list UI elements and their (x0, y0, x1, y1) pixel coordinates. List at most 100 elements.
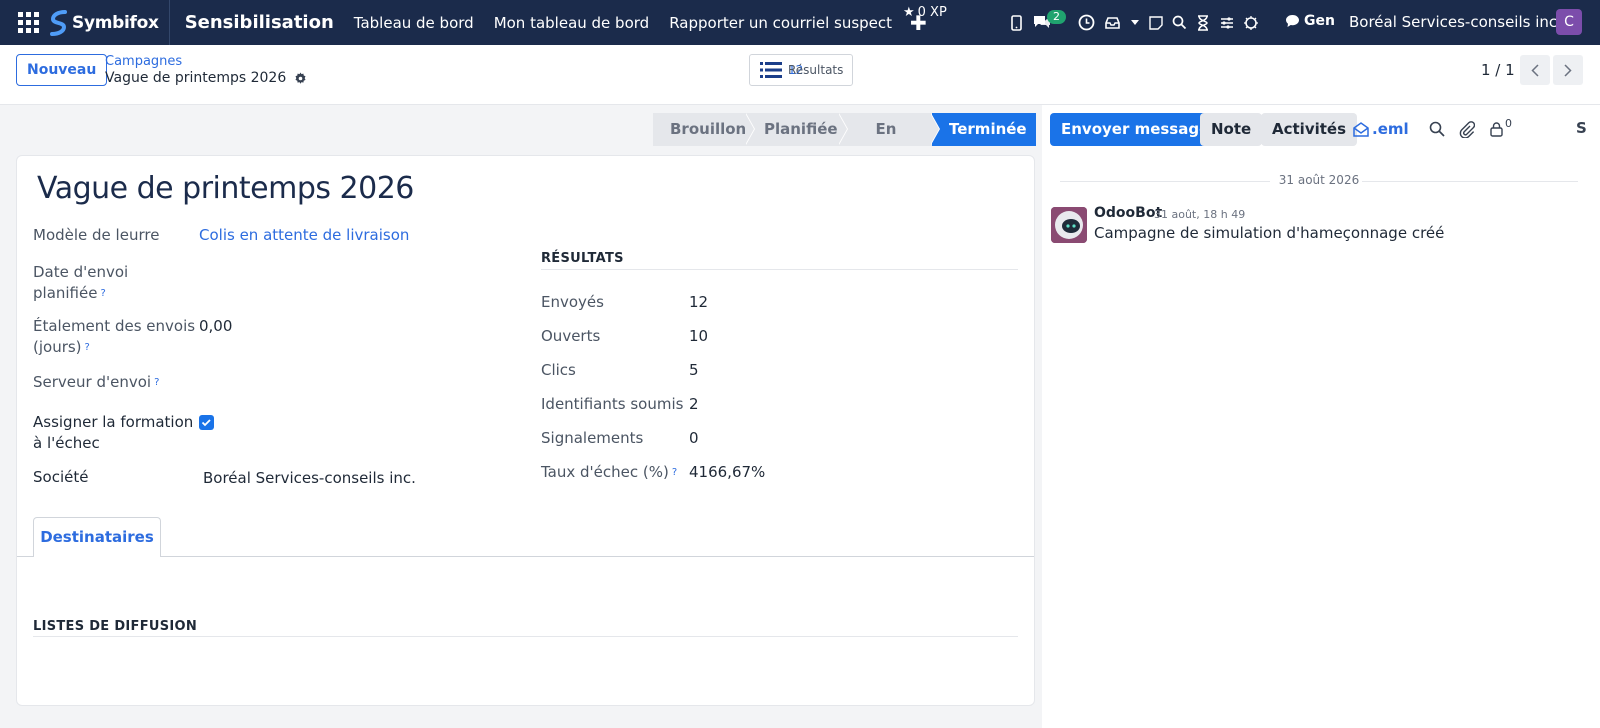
menu-item-my-dashboard[interactable]: Mon tableau de bord (494, 14, 650, 32)
result-value-sent: 12 (689, 293, 709, 311)
result-label-failure-rate: Taux d'échec (%)? (541, 462, 677, 483)
ai-assistant-label: Gen (1304, 13, 1335, 29)
chevron-left-icon (1531, 63, 1539, 77)
chat-count-badge: 2 (1047, 10, 1066, 24)
spread-label-line2: (jours) (33, 338, 82, 356)
status-chevron (745, 113, 754, 145)
activities-button[interactable]: Activités (1261, 113, 1358, 146)
menu-item-dashboard[interactable]: Tableau de bord (354, 14, 474, 32)
log-note-button[interactable]: Note (1200, 113, 1263, 146)
main-menu: Tableau de bord Mon tableau de bord Rapp… (354, 14, 892, 32)
mobile-icon[interactable] (1003, 0, 1029, 45)
xp-value: 0 XP (917, 5, 947, 20)
send-date-label-line2: planifiée (33, 284, 98, 302)
help-tooltip-icon[interactable]: ? (85, 342, 90, 353)
assign-training-label: Assigner la formation à l'échec (33, 412, 193, 454)
menu-item-report-suspicious[interactable]: Rapporter un courriel suspect (669, 14, 892, 32)
company-value[interactable]: Boréal Services-conseils inc. (203, 469, 416, 487)
result-value-clicks: 5 (689, 361, 699, 379)
mailing-lists-title: LISTES DE DIFFUSION (33, 619, 198, 634)
company-switcher[interactable]: Boréal Services-conseils inc. (1349, 13, 1562, 31)
result-label-opened: Ouverts (541, 327, 601, 345)
clock-icon[interactable] (1073, 0, 1099, 45)
status-done[interactable]: Terminée (932, 113, 1036, 146)
pager-next-button[interactable] (1553, 55, 1583, 85)
lure-template-label: Modèle de leurre (33, 226, 160, 244)
user-avatar[interactable]: C (1556, 9, 1582, 35)
bug-icon[interactable] (1239, 0, 1263, 45)
pager-previous-button[interactable] (1520, 55, 1550, 85)
status-planned[interactable]: Planifiée (747, 113, 840, 146)
status-chevron (838, 113, 847, 145)
spread-label-line1: Étalement des envois (33, 317, 196, 335)
mail-server-label: Serveur d'envoi? (33, 372, 159, 393)
chatter-panel (1042, 105, 1600, 728)
result-value-failure-rate: 4166,67% (689, 463, 766, 481)
failure-rate-label-text: Taux d'échec (%) (541, 463, 669, 481)
search-icon[interactable] (1167, 0, 1191, 45)
status-draft[interactable]: Brouillon (653, 113, 747, 146)
section-divider (541, 269, 1018, 270)
lure-template-value[interactable]: Colis en attente de livraison (199, 226, 409, 244)
chatter-search-icon[interactable] (1426, 118, 1448, 140)
xp-indicator[interactable]: ★ 0 XP (903, 5, 947, 20)
record-name: Vague de printemps 2026 (105, 70, 287, 86)
eml-button[interactable]: .eml (1353, 120, 1409, 138)
result-value-opened: 10 (689, 327, 709, 345)
paperclip-icon[interactable] (1456, 118, 1478, 140)
new-button[interactable]: Nouveau (16, 54, 108, 86)
followers-count: 0 (1505, 117, 1512, 130)
apps-menu-icon[interactable] (13, 8, 43, 38)
speech-bubble-icon (1286, 15, 1299, 27)
result-label-reports: Signalements (541, 429, 644, 447)
pager-value[interactable]: 1 / 1 (1481, 61, 1515, 79)
send-message-button[interactable]: Envoyer message (1050, 113, 1221, 146)
inbox-icon[interactable] (1099, 0, 1125, 45)
assign-label-line1: Assigner la formation (33, 413, 194, 431)
hourglass-icon[interactable] (1191, 0, 1215, 45)
date-separator: 31 août 2026 (1060, 173, 1578, 189)
star-icon: ★ (903, 5, 915, 20)
help-tooltip-icon[interactable]: ? (100, 288, 105, 299)
smart-button-label: Résultats (788, 62, 844, 77)
caret-down-icon[interactable] (1125, 0, 1145, 45)
list-icon (760, 62, 782, 78)
send-date-label: Date d'envoi planifiée? (33, 262, 128, 304)
section-divider (33, 636, 1018, 637)
symbifox-logo-icon (50, 9, 67, 36)
help-tooltip-icon[interactable]: ? (672, 467, 677, 478)
chatter-s-label[interactable]: S (1576, 119, 1587, 137)
result-value-reports: 0 (689, 429, 699, 447)
tab-divider (17, 556, 1034, 557)
spread-label: Étalement des envois (jours)? (33, 316, 195, 358)
results-smart-button[interactable]: Résultats 12 (749, 54, 853, 86)
sliders-icon[interactable] (1215, 0, 1239, 45)
message-author[interactable]: OdooBot (1094, 205, 1162, 221)
result-label-sent: Envoyés (541, 293, 604, 311)
envelope-open-icon (1353, 121, 1369, 137)
result-value-credentials: 2 (689, 395, 699, 413)
status-chevron (930, 113, 939, 145)
breadcrumb-campaigns[interactable]: Campagnes (105, 54, 182, 69)
ai-assistant-button[interactable]: Gen (1285, 13, 1335, 29)
spread-value[interactable]: 0,00 (199, 317, 232, 335)
tab-recipients[interactable]: Destinataires (33, 517, 161, 557)
followers-lock-icon[interactable] (1485, 118, 1507, 140)
result-label-credentials: Identifiants soumis (541, 395, 684, 413)
app-name[interactable]: Sensibilisation (185, 12, 334, 33)
gear-icon[interactable] (294, 72, 307, 85)
message-date: 31 août, 18 h 49 (1154, 208, 1246, 221)
help-tooltip-icon[interactable]: ? (154, 377, 159, 388)
status-in-progress[interactable]: En cours (840, 113, 932, 171)
brand-logo: Symbifox (49, 0, 159, 45)
mail-server-label-text: Serveur d'envoi (33, 373, 152, 391)
divider (168, 0, 170, 45)
checkmark-icon (201, 419, 211, 427)
sticky-note-icon[interactable] (1145, 0, 1167, 45)
assign-training-checkbox[interactable] (199, 415, 214, 430)
campaign-title[interactable]: Vague de printemps 2026 (37, 171, 414, 206)
control-panel: Nouveau Campagnes Vague de printemps 202… (0, 45, 1600, 105)
message-body: Campagne de simulation d'hameçonnage cré… (1094, 224, 1445, 242)
assign-label-line2: à l'échec (33, 434, 100, 452)
odoobot-avatar[interactable] (1051, 207, 1087, 243)
